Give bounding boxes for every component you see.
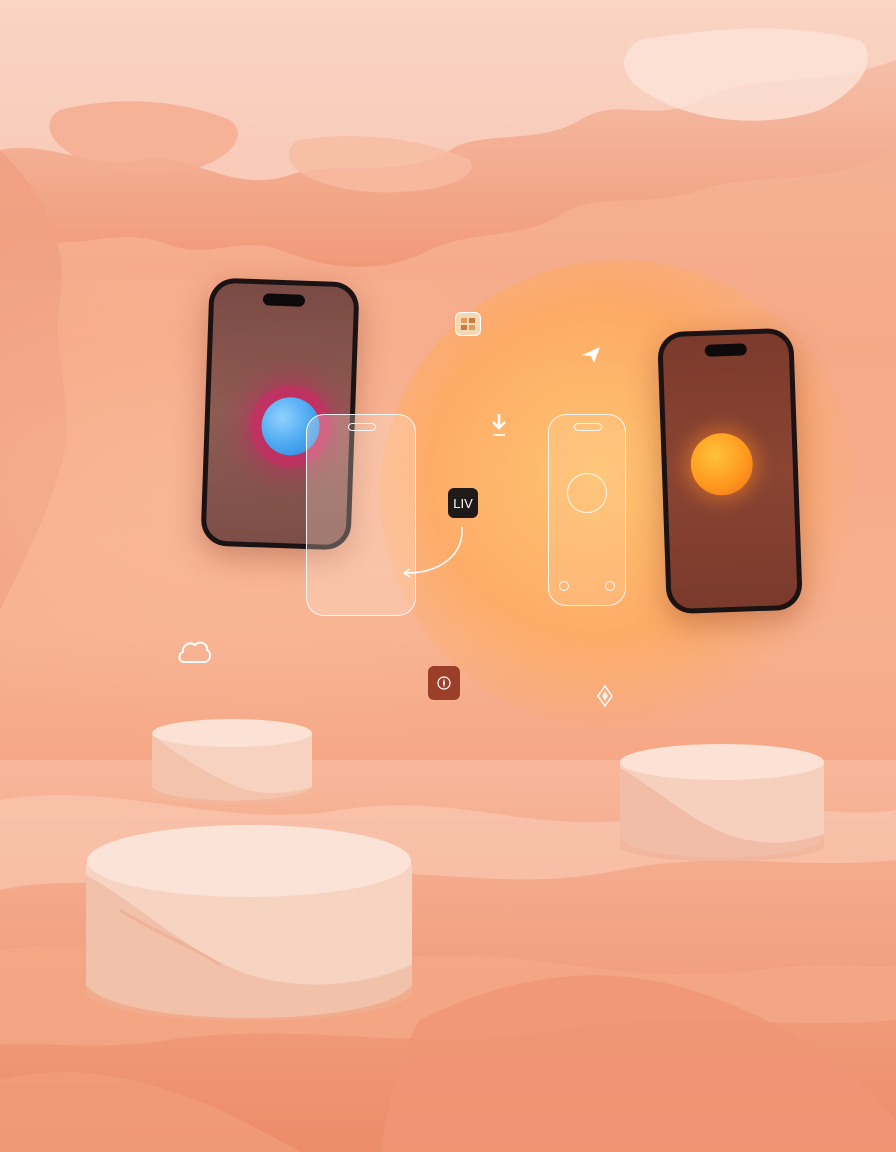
- cloud-icon[interactable]: [176, 636, 212, 668]
- paper-plane-icon[interactable]: [580, 345, 602, 365]
- dot-icon: [559, 581, 569, 591]
- scene: LIV: [0, 0, 896, 1152]
- ghost-phone-left: [306, 414, 416, 616]
- phone-right: [657, 327, 803, 615]
- phone-right-screen: [662, 332, 798, 610]
- dot-icon: [605, 581, 615, 591]
- ghost-phone-right: [548, 414, 626, 606]
- compass-icon[interactable]: [428, 666, 460, 700]
- ring-outline-icon: [567, 473, 607, 513]
- connector-arrow: [402, 526, 463, 578]
- ghost-notch: [348, 423, 376, 431]
- phone-notch: [262, 293, 306, 307]
- pedestal-back-right: [620, 744, 824, 862]
- ghost-notch: [574, 423, 602, 431]
- diamond-icon[interactable]: [596, 684, 614, 708]
- app-badge-label: LIV: [453, 495, 473, 511]
- ceiling-rock: [0, 0, 896, 267]
- app-badge-icon[interactable]: LIV: [448, 488, 478, 518]
- gallery-icon[interactable]: [455, 312, 481, 336]
- download-icon[interactable]: [490, 412, 508, 440]
- orange-orb: [689, 432, 754, 497]
- pedestal-front: [86, 825, 412, 1021]
- phone-notch: [704, 343, 747, 357]
- pedestal-back-left: [152, 719, 312, 804]
